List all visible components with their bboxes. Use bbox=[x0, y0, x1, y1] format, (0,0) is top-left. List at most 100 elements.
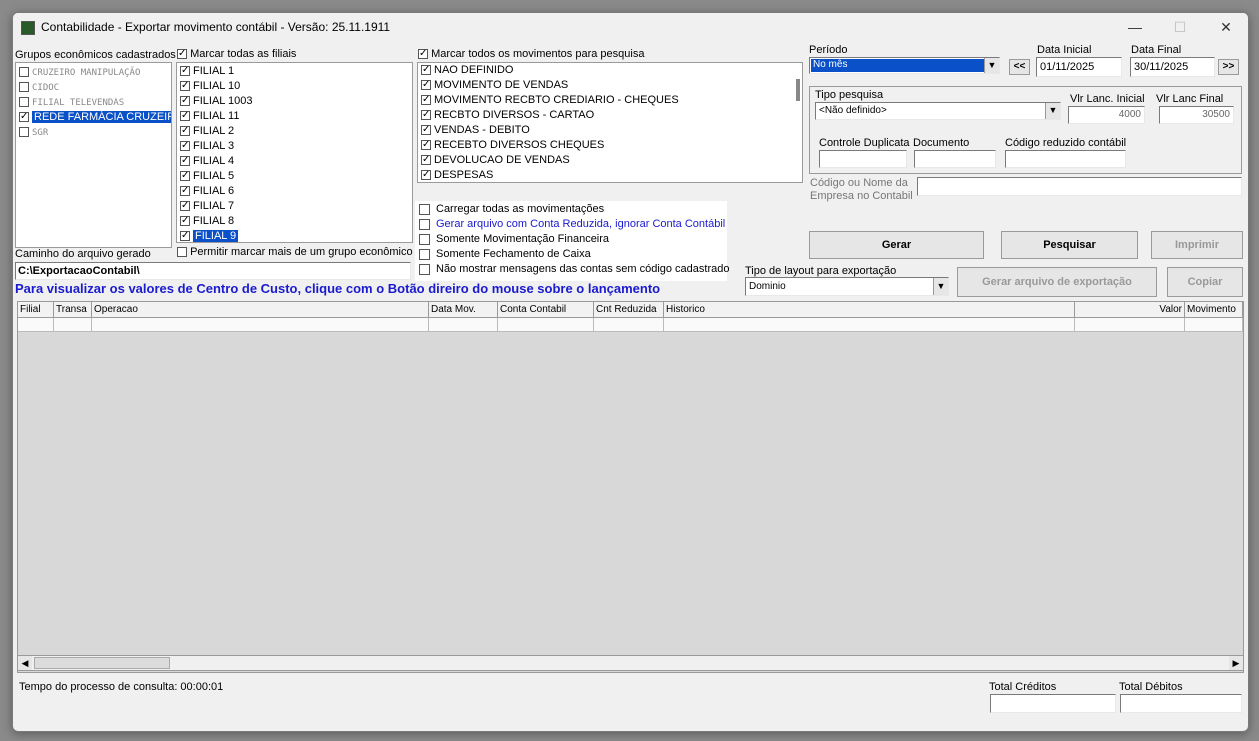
grid-column-header[interactable]: Data Mov. bbox=[429, 302, 498, 318]
data-final-field[interactable]: 30/11/2025 bbox=[1130, 57, 1215, 77]
copiar-button[interactable]: Copiar bbox=[1167, 267, 1243, 297]
option-row[interactable]: Somente Fechamento de Caixa bbox=[419, 248, 591, 260]
grid-column-header[interactable]: Filial bbox=[18, 302, 54, 318]
unchecked-checkbox[interactable] bbox=[19, 82, 29, 93]
grid-empty-cell[interactable] bbox=[18, 318, 54, 332]
checked-checkbox[interactable]: ✓ bbox=[19, 112, 29, 123]
grid-empty-cell[interactable] bbox=[594, 318, 664, 332]
filial-item[interactable]: ✓ FILIAL 4 bbox=[177, 154, 412, 169]
grid-column-header[interactable]: Operacao bbox=[92, 302, 429, 318]
checked-checkbox[interactable]: ✓ bbox=[421, 140, 431, 151]
option-checkbox[interactable] bbox=[419, 218, 430, 230]
checked-checkbox[interactable]: ✓ bbox=[180, 66, 190, 77]
option-row[interactable]: Carregar todas as movimentações bbox=[419, 203, 604, 215]
filial-item[interactable]: ✓ FILIAL 3 bbox=[177, 139, 412, 154]
grupo-item[interactable]: CRUZEIRO MANIPULAÇÃO bbox=[16, 65, 171, 80]
movimento-item[interactable]: ✓ DESPESAS bbox=[418, 168, 802, 182]
gerar-arquivo-button[interactable]: Gerar arquivo de exportação bbox=[957, 267, 1157, 297]
movimentos-list[interactable]: ✓ NAO DEFINIDO ✓ MOVIMENTO DE VENDAS ✓ MOVIME… bbox=[417, 62, 803, 183]
checked-checkbox[interactable]: ✓ bbox=[180, 186, 190, 197]
checked-checkbox[interactable]: ✓ bbox=[180, 156, 190, 167]
movimento-item[interactable]: ✓ DEVOLUCAO DE VENDAS bbox=[418, 153, 802, 168]
option-checkbox[interactable] bbox=[419, 248, 430, 260]
unchecked-checkbox[interactable] bbox=[19, 127, 29, 138]
close-button[interactable]: ✕ bbox=[1211, 17, 1241, 37]
checked-checkbox[interactable]: ✓ bbox=[421, 95, 431, 106]
grid-column-header[interactable]: Movimento bbox=[1185, 302, 1243, 318]
grupo-item[interactable]: SGR bbox=[16, 125, 171, 140]
periodo-select[interactable]: No mês ▼ bbox=[809, 57, 1000, 74]
data-inicial-field[interactable]: 01/11/2025 bbox=[1036, 57, 1122, 77]
movimentos-grid[interactable]: Filial Transa Operacao Data Mov. Conta Conta… bbox=[17, 301, 1244, 673]
filial-item[interactable]: ✓ FILIAL 5 bbox=[177, 169, 412, 184]
option-checkbox[interactable] bbox=[419, 233, 430, 245]
vlr-inicial-field[interactable]: 4000 bbox=[1068, 106, 1145, 124]
filiais-list[interactable]: ✓ FILIAL 1 ✓ FILIAL 10 ✓ FILIAL 1003 ✓ FILIAL 1… bbox=[176, 62, 413, 243]
grupos-list[interactable]: CRUZEIRO MANIPULAÇÃO CIDOC FILIAL TELEVEND… bbox=[15, 62, 172, 248]
minimize-button[interactable]: — bbox=[1120, 17, 1150, 37]
grid-column-header[interactable]: Historico bbox=[664, 302, 1075, 318]
unchecked-checkbox[interactable] bbox=[19, 97, 29, 108]
filial-item[interactable]: ✓ FILIAL 7 bbox=[177, 199, 412, 214]
grupo-item[interactable]: ✓ REDE FARMÁCIA CRUZEIRO bbox=[16, 110, 171, 125]
checked-checkbox[interactable]: ✓ bbox=[421, 125, 431, 136]
checked-checkbox[interactable]: ✓ bbox=[180, 81, 190, 92]
checked-checkbox[interactable]: ✓ bbox=[180, 171, 190, 182]
checked-checkbox[interactable]: ✓ bbox=[180, 111, 190, 122]
filial-item[interactable]: ✓ FILIAL 2 bbox=[177, 124, 412, 139]
checked-checkbox[interactable]: ✓ bbox=[180, 141, 190, 152]
movimento-item[interactable]: ✓ MOVIMENTO RECBTO CREDIARIO - CHEQUES bbox=[418, 93, 802, 108]
layout-select[interactable]: Dominio ▼ bbox=[745, 277, 949, 296]
option-row[interactable]: Não mostrar mensagens das contas sem cód… bbox=[419, 263, 730, 275]
option-row[interactable]: Gerar arquivo com Conta Reduzida, ignora… bbox=[419, 218, 725, 230]
movimento-item[interactable]: ✓ MOVIMENTO DE VENDAS bbox=[418, 78, 802, 93]
movimento-item[interactable]: ✓ RECBTO DIVERSOS - CARTAO bbox=[418, 108, 802, 123]
grupo-item[interactable]: FILIAL TELEVENDAS bbox=[16, 95, 171, 110]
checked-checkbox[interactable]: ✓ bbox=[421, 65, 431, 76]
grid-column-header[interactable]: Valor bbox=[1075, 302, 1185, 318]
documento-field[interactable] bbox=[914, 150, 996, 168]
movimentos-scrollbar[interactable] bbox=[796, 79, 800, 101]
chevron-down-icon[interactable]: ▼ bbox=[1045, 103, 1060, 119]
grid-empty-cell[interactable] bbox=[498, 318, 594, 332]
grid-column-header[interactable]: Conta Contabil bbox=[498, 302, 594, 318]
tipo-pesquisa-select[interactable]: <Não definido> ▼ bbox=[815, 102, 1061, 120]
empresa-field[interactable] bbox=[917, 177, 1242, 196]
filial-item[interactable]: ✓ FILIAL 6 bbox=[177, 184, 412, 199]
grid-horizontal-scrollbar[interactable]: ◀ ▶ bbox=[17, 655, 1244, 671]
marcar-movimentos-row[interactable]: ✓ Marcar todos os movimentos para pesqui… bbox=[418, 48, 644, 60]
maximize-button[interactable]: ☐ bbox=[1165, 17, 1195, 37]
filial-item[interactable]: ✓ FILIAL 1 bbox=[177, 64, 412, 79]
movimento-item[interactable]: ✓ VENDAS - DEBITO bbox=[418, 123, 802, 138]
caminho-field[interactable]: C:\ExportacaoContabil\ bbox=[15, 262, 411, 280]
checked-checkbox[interactable]: ✓ bbox=[421, 155, 431, 166]
permitir-multi-grupo-checkbox[interactable] bbox=[177, 247, 187, 258]
permitir-multi-grupo-row[interactable]: Permitir marcar mais de um grupo econômi… bbox=[177, 246, 413, 258]
checked-checkbox[interactable]: ✓ bbox=[180, 216, 190, 227]
grid-empty-cell[interactable] bbox=[92, 318, 429, 332]
grid-column-header[interactable]: Cnt Reduzida bbox=[594, 302, 664, 318]
vlr-final-field[interactable]: 30500 bbox=[1159, 106, 1234, 124]
unchecked-checkbox[interactable] bbox=[19, 67, 29, 78]
chevron-down-icon[interactable]: ▼ bbox=[933, 278, 948, 295]
filial-item[interactable]: ✓ FILIAL 11 bbox=[177, 109, 412, 124]
option-checkbox[interactable] bbox=[419, 203, 430, 215]
filial-item[interactable]: ✓ FILIAL 10 bbox=[177, 79, 412, 94]
codigo-reduzido-field[interactable] bbox=[1005, 150, 1126, 168]
checked-checkbox[interactable]: ✓ bbox=[180, 231, 190, 242]
filial-item[interactable]: ✓ FILIAL 8 bbox=[177, 214, 412, 229]
movimento-item[interactable]: ✓ RECEBTO DIVERSOS CHEQUES bbox=[418, 138, 802, 153]
pesquisar-button[interactable]: Pesquisar bbox=[1001, 231, 1138, 259]
grid-empty-cell[interactable] bbox=[54, 318, 92, 332]
marcar-filiais-checkbox[interactable]: ✓ bbox=[177, 49, 187, 60]
option-row[interactable]: Somente Movimentação Financeira bbox=[419, 233, 609, 245]
grid-empty-cell[interactable] bbox=[1185, 318, 1243, 332]
checked-checkbox[interactable]: ✓ bbox=[180, 96, 190, 107]
imprimir-button[interactable]: Imprimir bbox=[1151, 231, 1243, 259]
marcar-movimentos-checkbox[interactable]: ✓ bbox=[418, 49, 428, 60]
marcar-filiais-row[interactable]: ✓ Marcar todas as filiais bbox=[177, 48, 296, 60]
periodo-prev-button[interactable]: << bbox=[1009, 59, 1030, 75]
movimento-item[interactable]: ✓ NAO DEFINIDO bbox=[418, 63, 802, 78]
scroll-thumb[interactable] bbox=[34, 657, 170, 669]
checked-checkbox[interactable]: ✓ bbox=[180, 126, 190, 137]
